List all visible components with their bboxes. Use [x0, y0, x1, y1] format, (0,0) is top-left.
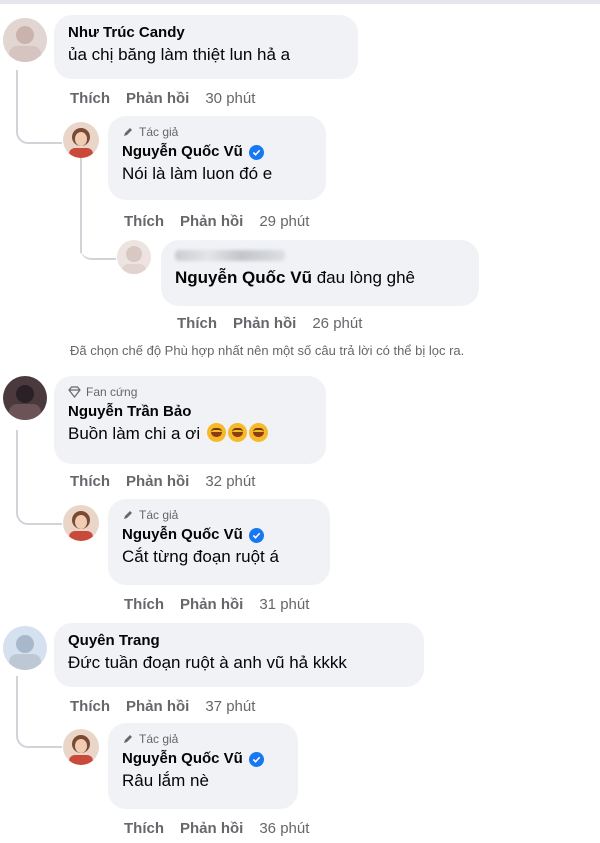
comment-text: Buồn làm chi a ơi	[68, 422, 312, 446]
reply-button[interactable]: Phản hồi	[233, 315, 296, 332]
reply-author-name: Nguyễn Quốc Vũ	[122, 143, 243, 160]
avatar[interactable]	[63, 122, 99, 158]
reply-time[interactable]: 26 phút	[312, 315, 362, 332]
author-badge: Tác giả	[122, 124, 312, 140]
author-badge: Tác giả	[122, 731, 284, 747]
comment-actions: Thích Phản hồi 37 phút	[70, 696, 255, 716]
badge-label: Tác giả	[139, 732, 179, 746]
comment-bubble: Như Trúc Candy ủa chị băng làm thiệt lun…	[54, 15, 358, 79]
laughing-emoji-icon	[227, 423, 247, 442]
like-button[interactable]: Thích	[70, 473, 110, 490]
reply-button[interactable]: Phản hồi	[126, 698, 189, 715]
reply-actions: Thích Phản hồi 36 phút	[124, 818, 309, 838]
comment-author[interactable]: Như Trúc Candy	[68, 23, 344, 43]
thread-line	[16, 676, 62, 748]
comment-author[interactable]: Nguyễn Trần Bảo	[68, 402, 312, 422]
avatar[interactable]	[63, 729, 99, 765]
comment-time[interactable]: 30 phút	[205, 90, 255, 107]
avatar[interactable]	[3, 18, 47, 62]
reply-author[interactable]: Nguyễn Quốc Vũ	[122, 142, 312, 162]
pencil-icon	[124, 128, 132, 136]
reply-bubble: Nguyễn Quốc Vũ đau lòng ghê	[161, 240, 479, 306]
reply-button[interactable]: Phản hồi	[180, 596, 243, 613]
comment-actions: Thích Phản hồi 32 phút	[70, 471, 255, 491]
author-badge: Tác giả	[122, 507, 316, 523]
thread-line	[80, 200, 116, 260]
reply-button[interactable]: Phản hồi	[180, 820, 243, 837]
badge-label: Fan cứng	[86, 385, 138, 399]
laughing-emoji-icon	[206, 423, 226, 442]
comment-bubble: Fan cứng Nguyễn Trần Bảo Buồn làm chi a …	[54, 376, 326, 464]
reply-author[interactable]: Nguyễn Quốc Vũ	[122, 749, 284, 769]
reply-bubble: Tác giả Nguyễn Quốc Vũ Nói là làm luon đ…	[108, 116, 326, 200]
reply-author-name: Nguyễn Quốc Vũ	[122, 750, 243, 767]
like-button[interactable]: Thích	[124, 596, 164, 613]
thread-line	[16, 430, 62, 525]
avatar[interactable]	[3, 376, 47, 420]
reply-button[interactable]: Phản hồi	[180, 213, 243, 230]
reply-actions: Thích Phản hồi 29 phút	[124, 211, 309, 231]
reply-button[interactable]: Phản hồi	[126, 473, 189, 490]
reply-actions: Thích Phản hồi 26 phút	[177, 313, 362, 333]
reply-text: Nguyễn Quốc Vũ đau lòng ghê	[175, 266, 465, 290]
comment-text: Đức tuần đoạn ruột à anh vũ hả kkkk	[68, 653, 347, 672]
reply-time[interactable]: 31 phút	[259, 596, 309, 613]
badge-label: Tác giả	[139, 125, 179, 139]
pencil-icon	[124, 511, 132, 519]
avatar[interactable]	[117, 240, 151, 274]
reply-bubble: Tác giả Nguyễn Quốc Vũ Râu lắm nè	[108, 723, 298, 809]
verified-badge-icon	[248, 144, 264, 160]
reply-text-body: đau lòng ghê	[311, 268, 416, 287]
reply-bubble: Tác giả Nguyễn Quốc Vũ Cắt từng đoạn ruộ…	[108, 499, 330, 585]
reply-author[interactable]: Nguyễn Quốc Vũ	[122, 525, 316, 545]
comment-bubble: Quyên Trang Đức tuần đoạn ruột à anh vũ …	[54, 623, 424, 687]
reply-author-name: Nguyễn Quốc Vũ	[122, 526, 243, 543]
comment-text: ủa chị băng làm thiệt lun hả a	[68, 45, 291, 64]
diamond-icon	[68, 386, 81, 398]
avatar[interactable]	[3, 626, 47, 670]
reply-text: Nói là làm luon đó e	[122, 164, 273, 183]
comment-time[interactable]: 37 phút	[205, 698, 255, 715]
reply-time[interactable]: 36 phút	[259, 820, 309, 837]
like-button[interactable]: Thích	[124, 820, 164, 837]
like-button[interactable]: Thích	[177, 315, 217, 332]
blurred-author-name	[175, 248, 465, 266]
comment-actions: Thích Phản hồi 30 phút	[70, 88, 255, 108]
verified-badge-icon	[248, 751, 264, 767]
mention-link[interactable]: Nguyễn Quốc Vũ	[175, 268, 312, 287]
laughing-emoji-icon	[248, 423, 268, 442]
like-button[interactable]: Thích	[70, 90, 110, 107]
like-button[interactable]: Thích	[124, 213, 164, 230]
comment-author[interactable]: Quyên Trang	[68, 631, 410, 651]
verified-badge-icon	[248, 527, 264, 543]
reply-actions: Thích Phản hồi 31 phút	[124, 594, 309, 614]
pencil-icon	[124, 735, 132, 743]
comment-time[interactable]: 32 phút	[205, 473, 255, 490]
comment-text-body: Buồn làm chi a ơi	[68, 424, 201, 443]
reply-button[interactable]: Phản hồi	[126, 90, 189, 107]
reply-text: Cắt từng đoạn ruột á	[122, 547, 279, 566]
filter-notice: Đã chọn chế độ Phù hợp nhất nên một số c…	[70, 343, 465, 358]
badge-label: Tác giả	[139, 508, 179, 522]
avatar[interactable]	[63, 505, 99, 541]
like-button[interactable]: Thích	[70, 698, 110, 715]
reply-text: Râu lắm nè	[122, 771, 209, 790]
top-divider	[0, 0, 600, 4]
thread-line	[16, 70, 62, 144]
fan-badge: Fan cứng	[68, 384, 312, 400]
reply-time[interactable]: 29 phút	[259, 213, 309, 230]
